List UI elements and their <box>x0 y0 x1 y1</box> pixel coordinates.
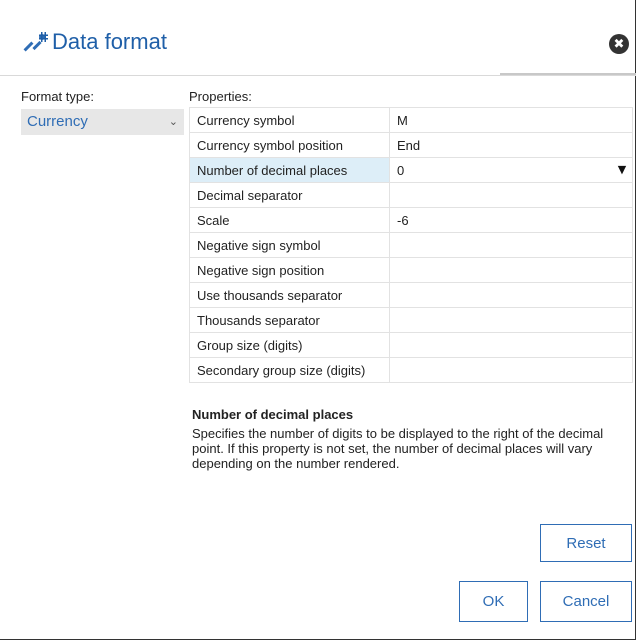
property-name: Use thousands separator <box>189 282 390 308</box>
property-value[interactable] <box>389 257 633 283</box>
property-name: Group size (digits) <box>189 332 390 358</box>
property-value[interactable] <box>389 357 633 383</box>
dialog-title: Data format <box>52 29 167 54</box>
dropdown-arrow-icon[interactable]: ▼ <box>612 163 632 176</box>
cancel-button[interactable]: Cancel <box>540 581 632 622</box>
data-format-dialog: Data format ✖ Format type: Currency ⌄ Pr… <box>0 0 636 640</box>
property-name: Secondary group size (digits) <box>189 357 390 383</box>
format-type-value: Currency <box>27 113 88 130</box>
ok-button[interactable]: OK <box>459 581 528 622</box>
tools-icon <box>23 32 48 52</box>
title-wrap: Data format <box>22 28 167 56</box>
property-name: Number of decimal places <box>189 157 390 183</box>
property-value[interactable] <box>389 332 633 358</box>
description-text: Specifies the number of digits to be dis… <box>192 426 604 471</box>
property-row-negative-sign-position[interactable]: Negative sign position <box>189 257 633 283</box>
property-row-decimal-separator[interactable]: Decimal separator <box>189 182 633 208</box>
property-value[interactable] <box>389 182 633 208</box>
property-name: Negative sign position <box>189 257 390 283</box>
property-value[interactable]: End <box>389 132 633 158</box>
properties-grid: Currency symbol M Currency symbol positi… <box>189 107 633 383</box>
property-value[interactable] <box>389 307 633 333</box>
properties-label: Properties: <box>189 89 252 104</box>
description-title: Number of decimal places <box>192 407 354 422</box>
property-value[interactable]: M <box>389 107 633 133</box>
property-row-use-thousands-separator[interactable]: Use thousands separator <box>189 282 633 308</box>
property-row-scale[interactable]: Scale -6 <box>189 207 633 233</box>
property-row-number-of-decimal-places[interactable]: Number of decimal places 0 ▼ <box>189 157 633 183</box>
property-name: Decimal separator <box>189 182 390 208</box>
dialog-header: Data format ✖ <box>0 0 636 76</box>
property-row-thousands-separator[interactable]: Thousands separator <box>189 307 633 333</box>
property-name: Currency symbol <box>189 107 390 133</box>
property-row-currency-symbol-position[interactable]: Currency symbol position End <box>189 132 633 158</box>
header-divider <box>500 73 636 75</box>
property-row-currency-symbol[interactable]: Currency symbol M <box>189 107 633 133</box>
property-name: Scale <box>189 207 390 233</box>
property-name: Thousands separator <box>189 307 390 333</box>
property-value-dropdown[interactable]: 0 ▼ <box>389 157 633 183</box>
format-type-label: Format type: <box>21 89 94 104</box>
property-value[interactable] <box>389 282 633 308</box>
property-value[interactable] <box>389 232 633 258</box>
close-button[interactable]: ✖ <box>609 34 629 54</box>
property-name: Negative sign symbol <box>189 232 390 258</box>
format-type-select[interactable]: Currency ⌄ <box>21 109 184 135</box>
close-icon: ✖ <box>613 36 625 52</box>
property-row-negative-sign-symbol[interactable]: Negative sign symbol <box>189 232 633 258</box>
property-value: 0 <box>397 162 405 178</box>
chevron-down-icon: ⌄ <box>168 115 178 128</box>
property-row-group-size[interactable]: Group size (digits) <box>189 332 633 358</box>
property-name: Currency symbol position <box>189 132 390 158</box>
reset-button[interactable]: Reset <box>540 524 632 562</box>
property-row-secondary-group-size[interactable]: Secondary group size (digits) <box>189 357 633 383</box>
property-value[interactable]: -6 <box>389 207 633 233</box>
